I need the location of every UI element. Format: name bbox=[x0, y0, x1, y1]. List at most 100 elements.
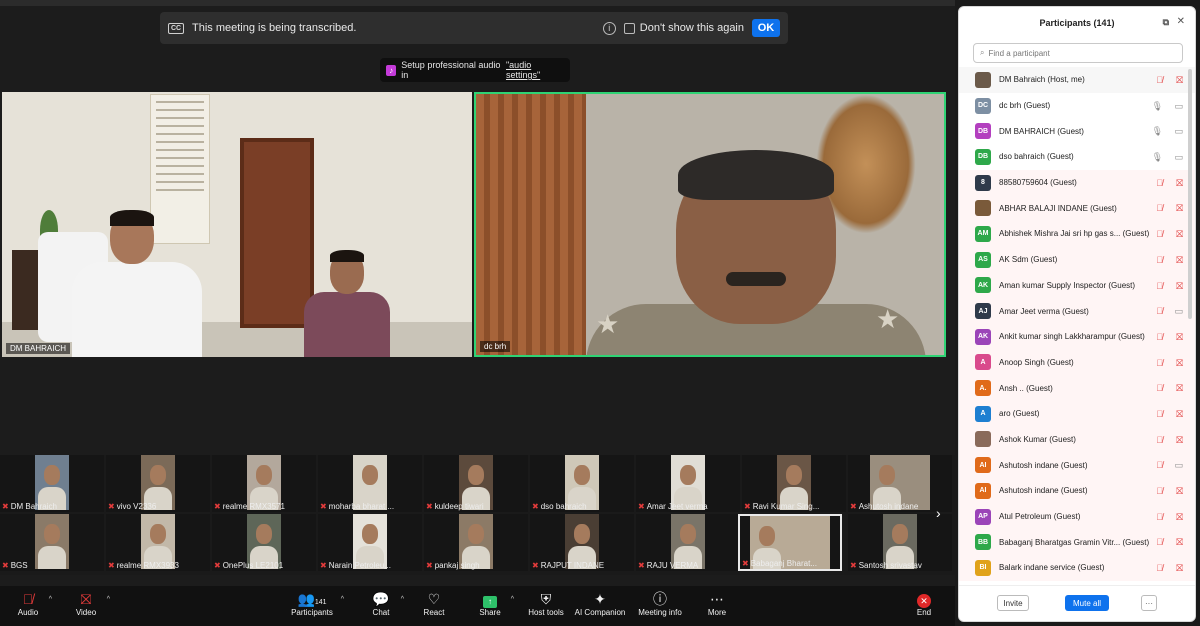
mic-off-icon[interactable]: 🎙̸ bbox=[1156, 178, 1163, 188]
video-off-icon[interactable]: ⛝ bbox=[1176, 486, 1183, 497]
mic-off-icon[interactable]: 🎙̸ bbox=[1156, 306, 1163, 316]
mic-icon[interactable]: 🎙 bbox=[1152, 101, 1163, 112]
mic-off-icon[interactable]: 🎙̸ bbox=[1156, 281, 1163, 291]
video-icon[interactable]: ▭ bbox=[1174, 101, 1183, 112]
gallery-tile[interactable]: ✖ Babaganj Bharat... bbox=[738, 514, 842, 571]
video-off-icon[interactable]: ⛝ bbox=[1176, 435, 1183, 446]
chevron-up-icon[interactable]: ^ bbox=[401, 596, 404, 603]
mic-off-icon[interactable]: 🎙̸ bbox=[1156, 409, 1163, 419]
video-off-icon[interactable]: ⛝ bbox=[1176, 255, 1183, 266]
share-button[interactable]: ↑ Share ^ bbox=[476, 590, 514, 617]
mic-off-icon[interactable]: 🎙̸ bbox=[1156, 203, 1163, 213]
gallery-tile[interactable]: ✖ OnePlus LE2101 bbox=[212, 514, 316, 571]
participant-row[interactable]: BI Balark indane service (Guest) 🎙̸ ⛝ bbox=[959, 555, 1195, 581]
mute-all-button[interactable]: Mute all bbox=[1065, 595, 1109, 611]
participant-row[interactable]: A. Ansh .. (Guest) 🎙̸ ⛝ bbox=[959, 375, 1195, 401]
video-off-icon[interactable]: ⛝ bbox=[1176, 537, 1183, 548]
end-button[interactable]: ✕ End bbox=[912, 590, 936, 617]
ok-button[interactable]: OK bbox=[752, 19, 780, 37]
participants-button[interactable]: 👥141 Participants ^ bbox=[290, 590, 344, 617]
participant-row[interactable]: AJ Amar Jeet verma (Guest) 🎙̸ ▭ bbox=[959, 298, 1195, 324]
gallery-tile[interactable]: ✖ moharba bharat ... bbox=[318, 455, 422, 512]
participant-row[interactable]: AK Ankit kumar singh Lakkharampur (Guest)… bbox=[959, 323, 1195, 350]
pop-out-icon[interactable]: ⧉ bbox=[1163, 17, 1169, 28]
video-off-icon[interactable]: ⛝ bbox=[1176, 512, 1183, 523]
participant-row[interactable]: DM Bahraich (Host, me) 🎙̸ ⛝ bbox=[959, 67, 1195, 93]
participant-row[interactable]: 8 88580759604 (Guest) 🎙̸ ⛝ bbox=[959, 169, 1195, 196]
gallery-tile[interactable]: ✖ Amar Jeet verma bbox=[636, 455, 740, 512]
mic-off-icon[interactable]: 🎙̸ bbox=[1156, 486, 1163, 496]
participant-row[interactable]: BB Babaganj Bharatgas Gramin Vitr... (Gue… bbox=[959, 529, 1195, 556]
meeting-info-button[interactable]: ⓘ Meeting info bbox=[636, 590, 684, 617]
video-off-icon[interactable]: ⛝ bbox=[1176, 75, 1183, 86]
mic-off-icon[interactable]: 🎙̸ bbox=[1156, 512, 1163, 522]
react-button[interactable]: ♡ React bbox=[420, 590, 448, 617]
gallery-tile[interactable]: ✖ Ravi Kumar Sing... bbox=[742, 455, 846, 512]
video-off-icon[interactable]: ⛝ bbox=[1176, 332, 1183, 343]
video-off-icon[interactable]: ⛝ bbox=[1176, 563, 1183, 574]
gallery-tile[interactable]: ✖ realme RMX3933 bbox=[106, 514, 210, 571]
mic-off-icon[interactable]: 🎙̸ bbox=[1156, 537, 1163, 547]
mic-off-icon[interactable]: 🎙̸ bbox=[1156, 255, 1163, 265]
more-button[interactable]: ⋯ More bbox=[704, 590, 730, 617]
video-button[interactable]: ⛝ Video ^ bbox=[72, 590, 110, 617]
invite-button[interactable]: Invite bbox=[997, 595, 1029, 611]
participant-row[interactable]: Aaro (Guest) 🎙̸ ⛝ bbox=[959, 400, 1195, 427]
audio-settings-link[interactable]: "audio settings" bbox=[506, 60, 564, 80]
more-options-button[interactable]: ··· bbox=[1141, 595, 1157, 611]
mic-icon[interactable]: 🎙 bbox=[1152, 152, 1163, 163]
video-off-icon[interactable]: ⛝ bbox=[1176, 203, 1183, 214]
video-icon[interactable]: ▭ bbox=[1174, 460, 1183, 471]
ai-companion-button[interactable]: ✦ AI Companion bbox=[574, 590, 626, 617]
gallery-tile[interactable]: ✖ DM Bahraich bbox=[0, 455, 104, 512]
participant-row[interactable]: AP Atul Petroleum (Guest) 🎙̸ ⛝ bbox=[959, 503, 1195, 530]
gallery-tile[interactable]: ✖ Santosh srivastav bbox=[848, 514, 952, 571]
chevron-right-icon[interactable]: › bbox=[936, 505, 941, 521]
participant-row[interactable]: A Anoop Singh (Guest) 🎙̸ ⛝ bbox=[959, 349, 1195, 376]
mic-off-icon[interactable]: 🎙̸ bbox=[1156, 358, 1163, 368]
video-tile-dm-bahraich[interactable]: DM BAHRAICH bbox=[2, 92, 472, 357]
participant-row[interactable]: DB dso bahraich (Guest) 🎙 ▭ bbox=[959, 144, 1195, 170]
video-tile-dc-brh[interactable]: ★ ★ dc brh bbox=[474, 92, 946, 357]
gallery-tile[interactable]: ✖ RAJU VERMA bbox=[636, 514, 740, 571]
participant-row[interactable]: Ashok Kumar (Guest) 🎙̸ ⛝ bbox=[959, 426, 1195, 453]
host-tools-button[interactable]: ⛨ Host tools bbox=[526, 590, 566, 617]
video-icon[interactable]: ▭ bbox=[1174, 126, 1183, 137]
gallery-tile[interactable]: ✖ realme RMX3571 bbox=[212, 455, 316, 512]
chevron-up-icon[interactable]: ^ bbox=[49, 596, 52, 603]
gallery-tile[interactable]: ✖ vivo V2336 bbox=[106, 455, 210, 512]
mic-off-icon[interactable]: 🎙̸ bbox=[1156, 75, 1163, 85]
gallery-tile[interactable]: ✖ kuldeep tiwari bbox=[424, 455, 528, 512]
mic-off-icon[interactable]: 🎙̸ bbox=[1156, 460, 1163, 470]
video-icon[interactable]: ▭ bbox=[1174, 306, 1183, 317]
chevron-up-icon[interactable]: ^ bbox=[511, 596, 514, 603]
participant-row[interactable]: AI Ashutosh indane (Guest) 🎙̸ ⛝ bbox=[959, 478, 1195, 504]
gallery-tile[interactable]: ✖ pankaj singh bbox=[424, 514, 528, 571]
search-input[interactable] bbox=[988, 48, 1169, 58]
video-icon[interactable]: ▭ bbox=[1174, 152, 1183, 163]
close-icon[interactable]: ✕ bbox=[1177, 16, 1185, 27]
chevron-up-icon[interactable]: ^ bbox=[341, 596, 344, 603]
gallery-tile[interactable]: ✖ RAJPUT INDANE bbox=[530, 514, 634, 571]
mic-icon[interactable]: 🎙 bbox=[1152, 126, 1163, 137]
participant-row[interactable]: DC dc brh (Guest) 🎙 ▭ bbox=[959, 93, 1195, 119]
video-off-icon[interactable]: ⛝ bbox=[1176, 409, 1183, 420]
video-off-icon[interactable]: ⛝ bbox=[1176, 281, 1183, 292]
participant-row[interactable]: AI Ashutosh indane (Guest) 🎙̸ ▭ bbox=[959, 452, 1195, 478]
video-off-icon[interactable]: ⛝ bbox=[1176, 358, 1183, 369]
audio-button[interactable]: 🎙̸ Audio ^ bbox=[14, 590, 52, 617]
chat-button[interactable]: 💬 Chat ^ bbox=[368, 590, 404, 617]
mic-off-icon[interactable]: 🎙̸ bbox=[1156, 563, 1163, 573]
video-off-icon[interactable]: ⛝ bbox=[1176, 178, 1183, 189]
participant-row[interactable]: AM Abhishek Mishra Jai sri hp gas s... (G… bbox=[959, 221, 1195, 247]
dont-show-checkbox[interactable] bbox=[623, 22, 635, 34]
video-off-icon[interactable]: ⛝ bbox=[1176, 383, 1183, 394]
mic-off-icon[interactable]: 🎙̸ bbox=[1156, 435, 1163, 445]
chevron-up-icon[interactable]: ^ bbox=[107, 596, 110, 603]
participant-search[interactable]: ⌕ bbox=[973, 43, 1183, 63]
scrollbar[interactable] bbox=[1188, 69, 1192, 319]
mic-off-icon[interactable]: 🎙̸ bbox=[1156, 332, 1163, 342]
participant-row[interactable]: AK Aman kumar Supply Inspector (Guest) 🎙̸ ⛝ bbox=[959, 272, 1195, 299]
gallery-tile[interactable]: ✖ BGS bbox=[0, 514, 104, 571]
participant-row[interactable]: DB DM BAHRAICH (Guest) 🎙 ▭ bbox=[959, 118, 1195, 144]
